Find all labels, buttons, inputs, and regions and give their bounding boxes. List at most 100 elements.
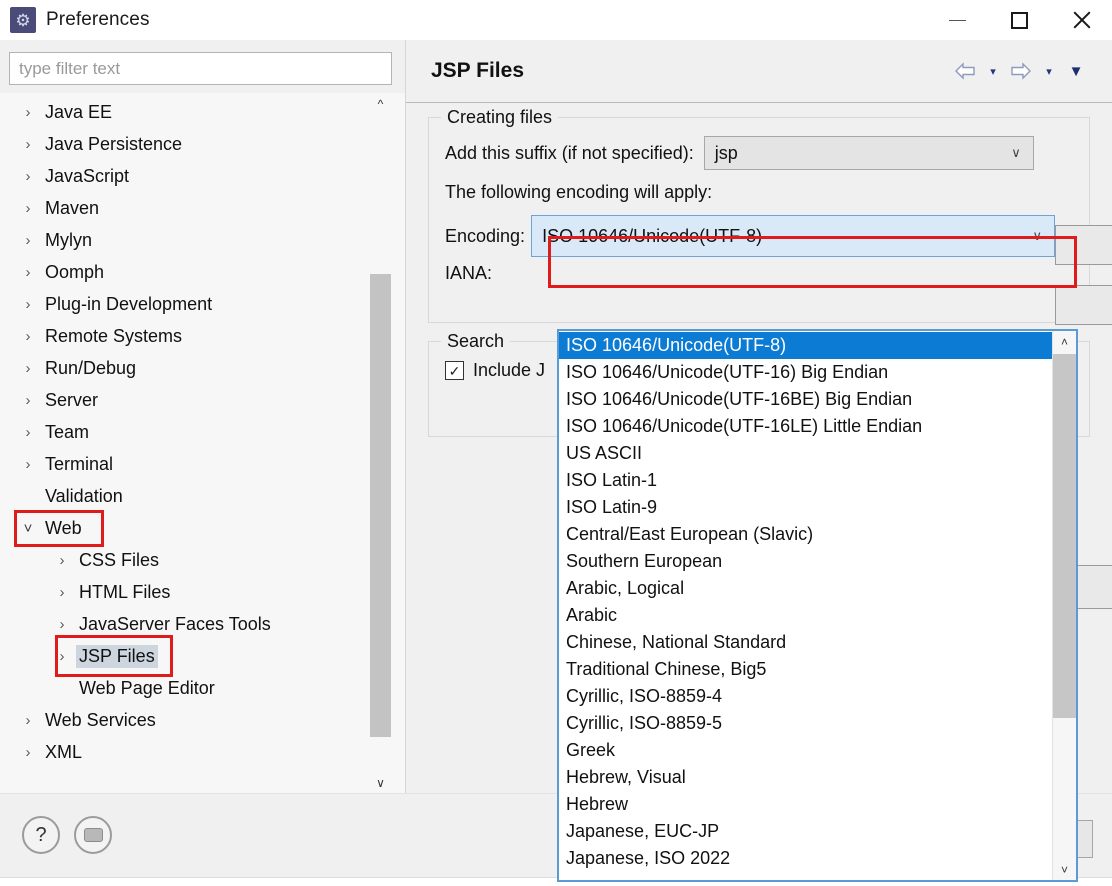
- encoding-option[interactable]: Japanese, EUC-JP: [559, 818, 1052, 845]
- sidebar-item-xml[interactable]: ›XML: [0, 736, 370, 768]
- chevron-right-icon[interactable]: ›: [18, 264, 38, 281]
- encoding-option[interactable]: ISO Latin-9: [559, 494, 1052, 521]
- back-history-caret-icon[interactable]: ▾: [984, 58, 1002, 84]
- tree-scroll-thumb[interactable]: [370, 274, 391, 737]
- search-input[interactable]: [9, 52, 392, 85]
- encoding-option[interactable]: Arabic, Logical: [559, 575, 1052, 602]
- window-controls: [926, 0, 1112, 40]
- encoding-option[interactable]: Arabic: [559, 602, 1052, 629]
- dropdown-scroll-track[interactable]: [1053, 352, 1076, 859]
- arrow-left-icon[interactable]: [950, 58, 980, 84]
- chevron-right-icon[interactable]: ›: [18, 392, 38, 409]
- scroll-up-icon[interactable]: ^: [370, 93, 391, 114]
- question-mark-icon[interactable]: ?: [22, 816, 60, 854]
- sidebar-item-web[interactable]: ˅Web: [0, 512, 370, 544]
- sidebar-item-server[interactable]: ›Server: [0, 384, 370, 416]
- chevron-right-icon[interactable]: ›: [18, 104, 38, 121]
- arrow-right-icon[interactable]: [1006, 58, 1036, 84]
- suffix-combo[interactable]: jsp ∨: [704, 136, 1034, 170]
- chevron-right-icon[interactable]: ›: [18, 136, 38, 153]
- encoding-option[interactable]: Cyrillic, ISO-8859-5: [559, 710, 1052, 737]
- sidebar-item-team[interactable]: ›Team: [0, 416, 370, 448]
- chevron-right-icon[interactable]: ›: [52, 616, 72, 633]
- sidebar-item-plug-in-development[interactable]: ›Plug-in Development: [0, 288, 370, 320]
- encoding-option[interactable]: ISO 10646/Unicode(UTF-16LE) Little Endia…: [559, 413, 1052, 440]
- page-menu-caret-icon[interactable]: ▼: [1062, 58, 1090, 84]
- sidebar-item-run-debug[interactable]: ›Run/Debug: [0, 352, 370, 384]
- encoding-combo[interactable]: ISO 10646/Unicode(UTF-8) ∨: [531, 215, 1055, 257]
- encoding-option[interactable]: Hebrew, Visual: [559, 764, 1052, 791]
- close-button[interactable]: [1050, 0, 1112, 40]
- encoding-option[interactable]: Traditional Chinese, Big5: [559, 656, 1052, 683]
- link-icon[interactable]: [74, 816, 112, 854]
- sidebar-item-html-files[interactable]: ›HTML Files: [0, 576, 370, 608]
- chevron-right-icon[interactable]: ›: [18, 712, 38, 729]
- sidebar-item-javascript[interactable]: ›JavaScript: [0, 160, 370, 192]
- preferences-tree: ›Java EE›Java Persistence›JavaScript›Mav…: [0, 93, 405, 793]
- sidebar-item-label: Terminal: [42, 453, 116, 476]
- suffix-row: Add this suffix (if not specified): jsp …: [445, 136, 1073, 170]
- chevron-right-icon[interactable]: ›: [18, 200, 38, 217]
- chevron-right-icon[interactable]: ›: [18, 232, 38, 249]
- encoding-option[interactable]: Cyrillic, ISO-8859-4: [559, 683, 1052, 710]
- encoding-option[interactable]: Hebrew: [559, 791, 1052, 818]
- encoding-option[interactable]: ISO 10646/Unicode(UTF-16) Big Endian: [559, 359, 1052, 386]
- scroll-down-icon[interactable]: ∨: [370, 772, 391, 793]
- chevron-right-icon[interactable]: ›: [52, 648, 72, 665]
- sidebar-item-label: JavaScript: [42, 165, 132, 188]
- minimize-button[interactable]: [926, 0, 988, 40]
- encoding-dropdown-list[interactable]: ISO 10646/Unicode(UTF-8)ISO 10646/Unicod…: [557, 329, 1078, 882]
- chevron-right-icon[interactable]: ›: [52, 584, 72, 601]
- encoding-option[interactable]: Greek: [559, 737, 1052, 764]
- chevron-right-icon[interactable]: ›: [18, 424, 38, 441]
- dropdown-scroll-thumb[interactable]: [1053, 354, 1076, 718]
- sidebar-item-web-page-editor[interactable]: Web Page Editor: [0, 672, 370, 704]
- encoding-options[interactable]: ISO 10646/Unicode(UTF-8)ISO 10646/Unicod…: [559, 331, 1052, 880]
- sidebar-item-oomph[interactable]: ›Oomph: [0, 256, 370, 288]
- include-jsp-checkbox[interactable]: ✓: [445, 361, 464, 380]
- encoding-option[interactable]: Southern European: [559, 548, 1052, 575]
- chevron-right-icon[interactable]: ›: [18, 296, 38, 313]
- sidebar-item-label: Team: [42, 421, 92, 444]
- sidebar-item-web-services[interactable]: ›Web Services: [0, 704, 370, 736]
- sidebar-item-java-persistence[interactable]: ›Java Persistence: [0, 128, 370, 160]
- encoding-option[interactable]: ISO 10646/Unicode(UTF-8): [559, 332, 1052, 359]
- encoding-option[interactable]: Central/East European (Slavic): [559, 521, 1052, 548]
- chevron-right-icon[interactable]: ›: [18, 456, 38, 473]
- encoding-option[interactable]: ISO Latin-1: [559, 467, 1052, 494]
- dropdown-scrollbar[interactable]: ˄ ˅: [1052, 331, 1076, 880]
- tree-scroll-track[interactable]: [370, 114, 391, 772]
- forward-history-caret-icon[interactable]: ▾: [1040, 58, 1058, 84]
- maximize-button[interactable]: [988, 0, 1050, 40]
- encoding-value: ISO 10646/Unicode(UTF-8): [542, 226, 1032, 247]
- tree-scrollbar[interactable]: ^ ∨: [370, 93, 391, 793]
- chevron-right-icon[interactable]: ›: [18, 168, 38, 185]
- chevron-right-icon[interactable]: ›: [52, 552, 72, 569]
- sidebar-item-mylyn[interactable]: ›Mylyn: [0, 224, 370, 256]
- sidebar-item-label: CSS Files: [76, 549, 162, 572]
- dropdown-scroll-down-icon[interactable]: ˅: [1053, 859, 1076, 880]
- sidebar-item-maven[interactable]: ›Maven: [0, 192, 370, 224]
- sidebar-item-remote-systems[interactable]: ›Remote Systems: [0, 320, 370, 352]
- encoding-option[interactable]: Chinese, National Standard: [559, 629, 1052, 656]
- sidebar-item-css-files[interactable]: ›CSS Files: [0, 544, 370, 576]
- restore-defaults-button[interactable]: [1055, 225, 1112, 265]
- sidebar-item-terminal[interactable]: ›Terminal: [0, 448, 370, 480]
- encoding-option[interactable]: ISO 10646/Unicode(UTF-16BE) Big Endian: [559, 386, 1052, 413]
- sidebar-item-java-ee[interactable]: ›Java EE: [0, 96, 370, 128]
- sidebar-item-label: Java EE: [42, 101, 115, 124]
- chevron-right-icon[interactable]: ›: [18, 360, 38, 377]
- chevron-down-icon[interactable]: ˅: [18, 520, 38, 537]
- link-glyph: [84, 828, 103, 842]
- sidebar-item-label: Remote Systems: [42, 325, 185, 348]
- encoding-option[interactable]: Japanese, ISO 2022: [559, 845, 1052, 872]
- chevron-right-icon[interactable]: ›: [18, 744, 38, 761]
- sidebar-item-label: Server: [42, 389, 101, 412]
- sidebar-item-javaserver-faces-tools[interactable]: ›JavaServer Faces Tools: [0, 608, 370, 640]
- apply-button[interactable]: [1055, 285, 1112, 325]
- sidebar-item-validation[interactable]: Validation: [0, 480, 370, 512]
- encoding-option[interactable]: US ASCII: [559, 440, 1052, 467]
- dropdown-scroll-up-icon[interactable]: ˄: [1053, 331, 1076, 352]
- sidebar-item-jsp-files[interactable]: ›JSP Files: [0, 640, 370, 672]
- chevron-right-icon[interactable]: ›: [18, 328, 38, 345]
